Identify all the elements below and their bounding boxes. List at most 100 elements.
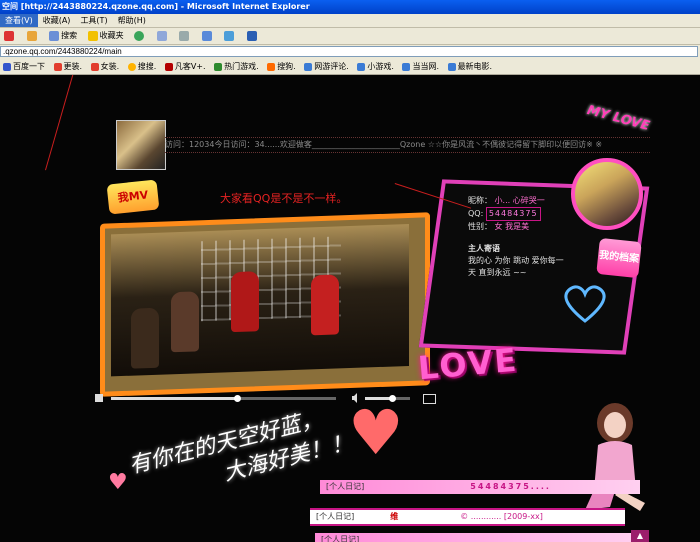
link-soso[interactable]: 搜搜. [125,59,160,74]
edit-button[interactable] [198,28,218,44]
address-input[interactable] [0,46,698,57]
menu-view[interactable]: 查看(V) [0,14,38,27]
my-love-logo: MY LOVE [585,102,652,135]
blog-tag: [个人日记] [316,512,355,521]
search-button[interactable]: 搜索 [45,28,81,44]
link-label: 小游戏. [367,62,394,71]
info-value: 女 我是美 [494,222,530,231]
heart-outline-icon [564,285,606,323]
link-label: 最新电影. [457,62,493,71]
link-movies[interactable]: 最新电影. [445,59,496,74]
blog-meta: © ............ [2009-xx] [460,512,543,521]
window-title-bar: 空间 [http://2443880224.qzone.qq.com] - Mi… [0,0,700,14]
link-dangdang[interactable]: 当当网. [399,59,442,74]
history-icon [134,30,145,41]
avatar[interactable] [116,120,166,170]
link-games[interactable]: 热门游戏. [211,59,262,74]
info-label: 昵称： [468,196,492,205]
messenger-button[interactable] [220,28,240,44]
stop-icon [4,30,14,41]
love-decoration: LOVE [416,340,520,388]
favorites-button[interactable]: 收藏夹 [84,28,128,44]
mail-icon [156,30,167,41]
link-nvzhuang[interactable]: 女装. [88,59,123,74]
owner-message: 我的心 为你 跳动 爱你每一天 直到永远 ~~ [468,256,564,277]
menu-help[interactable]: 帮助(H) [113,14,151,27]
link-label: 热门游戏. [224,62,259,71]
discuss-icon [246,30,257,41]
print-button[interactable] [175,28,195,44]
window-title: 空间 [http://2443880224.qzone.qq.com] - Mi… [2,2,310,11]
link-sogou[interactable]: 搜狗. [264,59,299,74]
game-icon [214,62,223,71]
mail-button[interactable] [153,28,173,44]
handwriting-text: 有你在的天空好蓝， 大海好美！！ [126,399,356,511]
my-profile-badge[interactable]: 我的档案 [596,237,642,279]
paw-icon [3,62,11,71]
link-vancl[interactable]: 凡客V+. [162,59,209,74]
link-label: 更装. [63,62,83,71]
home-button[interactable] [23,28,43,44]
edit-icon [201,30,212,41]
link-label: 搜搜. [137,62,157,71]
history-button[interactable] [130,28,150,44]
soso-icon [127,62,136,71]
stop-button[interactable] [95,394,103,402]
page-icon [447,62,456,71]
heart-icon: ♥ [348,396,404,469]
girl-illustration [585,403,645,511]
link-label: 凡客V+. [174,62,206,71]
qq-number: 54484375 [485,207,541,221]
heart-small-icon: ♥ [108,470,128,495]
home-icon [26,30,37,41]
search-icon [49,30,60,41]
blog-entry[interactable]: [个人日记] 54484375.... [320,480,640,494]
print-icon [179,30,190,41]
link-label: 网游评论. [314,62,349,71]
progress-fill [111,397,237,400]
qzone-page: 访问：12034今日访问：34......欢迎做客_______________… [0,75,700,542]
blog-title[interactable]: 54484375.... [470,480,551,494]
link-minigames[interactable]: 小游戏. [354,59,397,74]
dancer [171,291,199,353]
menu-bar: 查看(V) 收藏(A) 工具(T) 帮助(H) [0,14,700,28]
info-value: 小... 心碎哭一 [494,196,545,205]
scroll-up-button[interactable]: ▲ [631,530,649,542]
link-label: 女装. [100,62,120,71]
info-label: 性别： [468,222,492,231]
blog-tag: [个人日记] [321,535,360,542]
star-icon [87,30,98,41]
video-scene [111,223,409,377]
dancer [131,307,159,369]
info-label: QQ: [468,209,484,218]
visit-marquee: 访问：12034今日访问：34......欢迎做客_______________… [165,137,650,153]
profile-photo[interactable] [571,158,643,230]
blog-tag: [个人日记] [326,482,365,491]
dangdang-icon [402,62,411,71]
link-reviews[interactable]: 网游评论. [301,59,352,74]
dancer [231,271,259,333]
messenger-icon [224,30,235,41]
progress-handle[interactable] [234,395,241,402]
discuss-button[interactable] [243,28,263,44]
stop-button[interactable] [0,28,20,44]
annotation-caption: 大家看QQ是不是不一样。 [220,192,348,205]
link-baidu[interactable]: 百度一下 [0,59,48,74]
link-gengzhuang[interactable]: 更装. [51,59,86,74]
toolbar: 搜索 收藏夹 [0,28,700,45]
link-label: 当当网. [412,62,440,71]
blog-entry[interactable]: [个人日记] [315,533,640,542]
menu-tools[interactable]: 工具(T) [75,14,112,27]
link-label: 百度一下 [13,62,45,71]
favorites-label: 收藏夹 [99,31,124,40]
fullscreen-button[interactable] [423,394,436,404]
progress-bar[interactable] [111,395,336,402]
qq-icon [53,62,62,71]
music-video-player[interactable] [100,212,430,397]
blog-entry[interactable]: [个人日记] 维 © ............ [2009-xx] [310,508,625,526]
vancl-icon [164,62,173,71]
my-mv-badge[interactable]: 我MV [106,179,160,215]
address-bar [0,45,700,59]
menu-favorites[interactable]: 收藏(A) [38,14,76,27]
blog-title[interactable]: 维 [390,510,400,524]
